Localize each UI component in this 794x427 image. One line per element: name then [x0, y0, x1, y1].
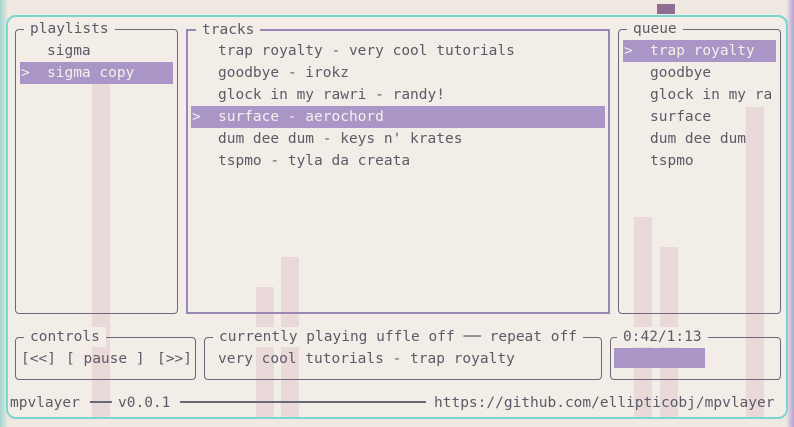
queue-label: trap royalty	[650, 43, 755, 59]
previous-button[interactable]: [<<]	[21, 348, 56, 370]
row-marker: >	[192, 109, 201, 125]
now-playing-label: currently playing	[219, 329, 368, 345]
track-item-selected[interactable]: > surface - aerochord	[191, 106, 605, 128]
queue-title: queue	[627, 19, 683, 39]
footer-divider	[90, 401, 112, 403]
now-playing-track: very cool tutorials - trap royalty	[218, 351, 515, 367]
shuffle-status[interactable]: uffle off	[376, 329, 455, 345]
queue-item[interactable]: goodbye	[623, 62, 776, 84]
queue-label: glock in my ra	[650, 87, 773, 103]
controls-title: controls	[24, 327, 106, 347]
track-label: goodbye - irokz	[218, 65, 349, 81]
playlists-title: playlists	[24, 19, 115, 39]
row-marker: >	[624, 43, 633, 59]
queue-label: tspmo	[650, 153, 694, 169]
window-accent	[657, 4, 675, 14]
tracks-title: tracks	[196, 20, 261, 40]
track-item[interactable]: goodbye - irokz	[191, 62, 605, 84]
track-label: dum dee dum - keys n' krates	[218, 131, 463, 147]
next-button[interactable]: [>>]	[157, 348, 192, 370]
queue-item[interactable]: dum dee dum	[623, 128, 776, 150]
queue-item[interactable]: glock in my ra	[623, 84, 776, 106]
queue-item[interactable]: surface	[623, 106, 776, 128]
playlist-item-sigma-copy[interactable]: > sigma copy	[20, 62, 173, 84]
queue-label: goodbye	[650, 65, 712, 81]
track-item[interactable]: glock in my rawri - randy!	[191, 84, 605, 106]
repo-link[interactable]: https://github.com/ellipticobj/mpvlayer	[434, 392, 774, 414]
track-label: tspmo - tyla da creata	[218, 153, 411, 169]
pause-button[interactable]: [ pause ]	[66, 348, 145, 370]
app-version: v0.0.1	[118, 395, 171, 411]
repeat-status[interactable]: repeat off	[490, 329, 577, 345]
footer-divider	[180, 401, 426, 403]
track-label: glock in my rawri - randy!	[218, 87, 445, 103]
desktop-background: playlists sigma > sigma copy tracks trap…	[0, 0, 794, 427]
track-item[interactable]: trap royalty - very cool tutorials	[191, 40, 605, 62]
playlist-label: sigma copy	[47, 65, 135, 81]
row-marker: >	[21, 65, 30, 81]
queue-item[interactable]: tspmo	[623, 150, 776, 172]
queue-label: dum dee dum	[650, 131, 747, 147]
playlist-item-sigma[interactable]: sigma	[20, 40, 173, 62]
queue-label: surface	[650, 109, 712, 125]
track-label: trap royalty - very cool tutorials	[218, 43, 515, 59]
time-label: 0:42/1:13	[617, 327, 708, 347]
track-item[interactable]: dum dee dum - keys n' krates	[191, 128, 605, 150]
track-item[interactable]: tspmo - tyla da creata	[191, 150, 605, 172]
playlist-label: sigma	[47, 43, 91, 59]
queue-item-current[interactable]: > trap royalty	[623, 40, 776, 62]
track-label: surface - aerochord	[218, 109, 384, 125]
app-name: mpvlayer	[10, 392, 86, 414]
progress-bar-fill[interactable]	[614, 348, 705, 368]
now-playing-title: currently playing uffle off ── repeat of…	[213, 327, 583, 347]
